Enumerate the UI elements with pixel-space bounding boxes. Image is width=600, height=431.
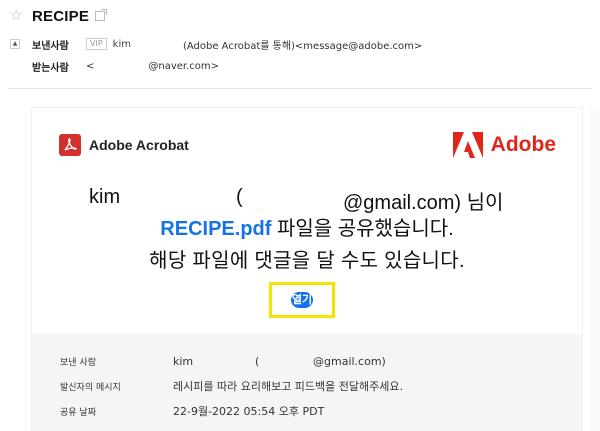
detail-sender-name: kim	[173, 354, 194, 368]
sharer-name: kim	[89, 186, 121, 208]
star-icon[interactable]: ☆	[10, 9, 24, 23]
detail-value: kim ( @gmail.com)	[173, 355, 386, 368]
detail-row-message: 발신자의 메시지 레시피를 따라 요리해보고 피드백을 전달해주세요.	[60, 378, 403, 394]
detail-sender-paren: (	[255, 354, 260, 368]
card-top: Adobe Acrobat Adobe kim ( @gmail.com) 님이…	[32, 108, 582, 334]
acrobat-name: Adobe Acrobat	[89, 137, 189, 153]
detail-label: 보낸 사람	[60, 357, 96, 368]
detail-sender-email: @gmail.com)	[313, 354, 386, 368]
to-bracket: <	[86, 60, 95, 72]
detail-label: 발신자의 메시지	[60, 382, 121, 393]
mail-header: ☆ RECIPE ▲ 보낸사람 VIP kim (Adobe Acrobat를 …	[0, 0, 600, 88]
vip-badge[interactable]: VIP	[86, 38, 107, 50]
from-row: ▲ 보낸사람 VIP kim (Adobe Acrobat를 통해)<messa…	[10, 36, 422, 52]
detail-row-date: 공유 날짜 22-9월-2022 05:54 오후 PDT	[60, 403, 324, 419]
to-label: 받는사람	[32, 62, 69, 74]
sender-address[interactable]: (Adobe Acrobat를 통해)<message@adobe.com>	[183, 37, 422, 52]
sharer-email: @gmail.com) 님이	[343, 192, 504, 214]
adobe-logo-icon	[452, 132, 483, 158]
collapse-icon[interactable]: ▲	[10, 39, 20, 49]
sharer-paren: (	[236, 186, 243, 208]
adobe-name: Adobe	[490, 133, 556, 156]
to-row: 받는사람 < @naver.com>	[32, 58, 219, 74]
details-panel: 보낸 사람 kim ( @gmail.com) 발신자의 메시지 레시피를 따라 요…	[32, 334, 582, 431]
external-link-icon[interactable]	[95, 9, 108, 21]
open-button-highlight: 열기	[269, 282, 335, 318]
shared-text: 파일을 공유했습니다.	[271, 218, 454, 240]
header-divider	[8, 88, 592, 89]
detail-row-sender: 보낸 사람 kim ( @gmail.com)	[60, 353, 386, 369]
detail-label: 공유 날짜	[60, 407, 96, 418]
subject-row: ☆ RECIPE	[10, 6, 108, 26]
to-address[interactable]: @naver.com>	[148, 61, 219, 72]
file-link[interactable]: RECIPE.pdf	[160, 218, 271, 240]
sender-name[interactable]: kim	[113, 39, 131, 50]
adobe-brand: Adobe	[452, 132, 556, 158]
scroll-edge	[590, 108, 600, 431]
detail-value: 22-9월-2022 05:54 오후 PDT	[173, 405, 325, 418]
from-label: 보낸사람	[32, 40, 69, 52]
acrobat-brand: Adobe Acrobat	[59, 134, 189, 156]
open-button[interactable]: 열기	[291, 292, 313, 308]
mail-subject: RECIPE	[32, 7, 90, 25]
message-line-2: RECIPE.pdf 파일을 공유했습니다.	[32, 212, 582, 241]
message-line-3: 해당 파일에 댓글을 달 수도 있습니다.	[149, 250, 465, 272]
acrobat-logo-icon	[59, 134, 81, 156]
detail-value: 레시피를 따라 요리해보고 피드백을 전달해주세요.	[173, 380, 404, 393]
email-card: Adobe Acrobat Adobe kim ( @gmail.com) 님이…	[32, 108, 582, 431]
